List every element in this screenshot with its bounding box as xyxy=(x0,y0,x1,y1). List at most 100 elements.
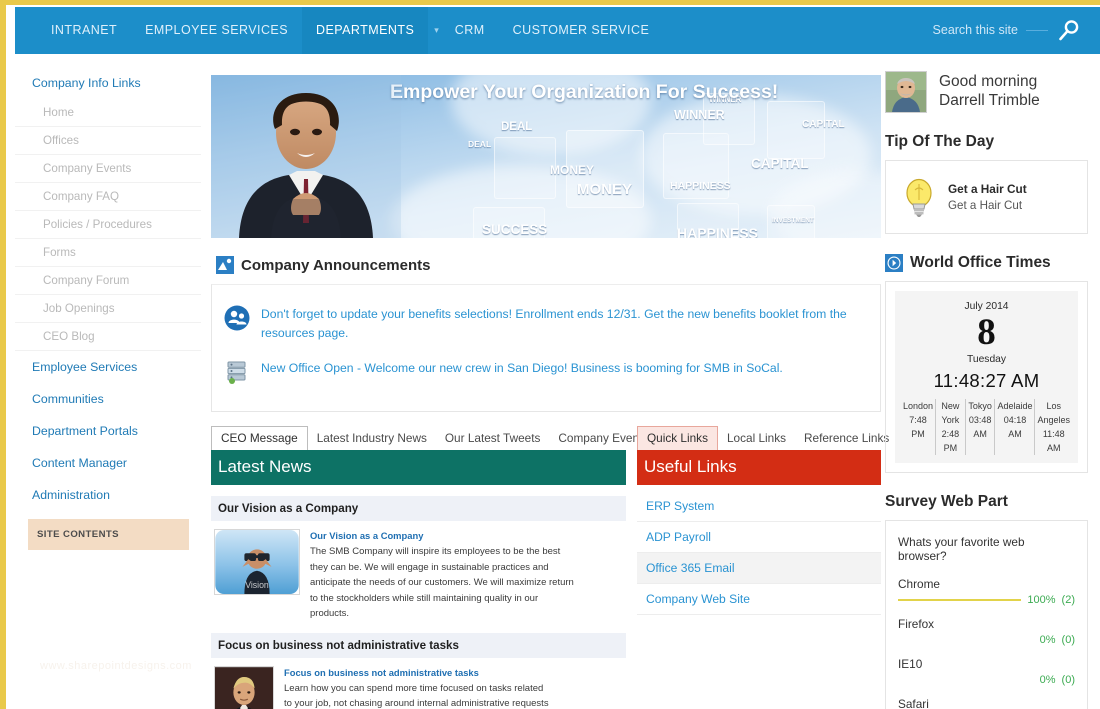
sidebar-item-ceo-blog[interactable]: CEO Blog xyxy=(15,323,201,351)
search-input[interactable]: Search this site xyxy=(933,23,1018,38)
clock-local-time: 11:48:27 AM xyxy=(933,370,1040,391)
clock-city-time: 04:18 xyxy=(1003,415,1027,425)
tab-local-links[interactable]: Local Links xyxy=(718,427,795,450)
tip-of-the-day-card: Get a Hair Cut Get a Hair Cut xyxy=(885,160,1088,234)
tab-reference-links[interactable]: Reference Links xyxy=(795,427,898,450)
clock-city-name: London xyxy=(903,401,934,411)
sidebar-item-company-events[interactable]: Company Events xyxy=(15,155,201,183)
news-tab-row: CEO Message Latest Industry News Our Lat… xyxy=(211,426,648,450)
tip-body: Get a Hair Cut Get a Hair Cut xyxy=(886,161,1087,233)
main-content: WINNER WINNER DEAL DEAL CAPITAL CAPITAL … xyxy=(211,75,889,709)
tab-quick-links[interactable]: Quick Links xyxy=(637,426,718,450)
survey-card: Whats your favorite web browser? Chrome … xyxy=(885,520,1088,709)
sidebar-item-communities[interactable]: Communities xyxy=(15,383,201,415)
survey-count: (2) xyxy=(1061,594,1075,606)
news-thumbnail-vision: Vision xyxy=(214,529,300,595)
survey-percent: 0% xyxy=(1039,634,1056,646)
tip-text: Get a Hair Cut Get a Hair Cut xyxy=(948,182,1027,212)
clock-city-time: 2:48 xyxy=(941,429,960,439)
chevron-down-icon[interactable]: ▾ xyxy=(428,7,441,54)
survey-count: (0) xyxy=(1061,674,1075,686)
survey-result-chrome: 100% (2) xyxy=(898,594,1075,617)
nav-item-employee-services[interactable]: EMPLOYEE SERVICES xyxy=(131,7,302,54)
tab-our-latest-tweets[interactable]: Our Latest Tweets xyxy=(436,427,550,450)
clock-city-meridiem: AM xyxy=(1008,429,1022,439)
clock-day-number: 8 xyxy=(977,312,996,353)
survey-percent: 0% xyxy=(1039,674,1056,686)
clock-chevron-icon xyxy=(885,254,903,272)
sidebar-item-administration[interactable]: Administration xyxy=(15,479,201,511)
sidebar-item-employee-services[interactable]: Employee Services xyxy=(15,351,201,383)
hero-word-capital-small: CAPITAL xyxy=(802,119,845,130)
site-search[interactable]: Search this site xyxy=(933,7,1082,54)
nav-item-customer-service[interactable]: CUSTOMER SERVICE xyxy=(499,7,664,54)
sidebar-item-offices[interactable]: Offices xyxy=(15,127,201,155)
top-navigation-bar: INTRANET EMPLOYEE SERVICES DEPARTMENTS ▾… xyxy=(15,7,1100,54)
clock-city-name: Tokyo xyxy=(968,401,992,411)
news-item-copy: Focus on business not administrative tas… xyxy=(284,666,552,709)
news-item: Our Vision as a Company Vision Our Visio… xyxy=(211,496,626,622)
lightbulb-icon xyxy=(906,178,932,217)
announcements-title: Company Announcements xyxy=(241,256,431,274)
announcement-item[interactable]: Don't forget to update your benefits sel… xyxy=(220,299,866,353)
news-item-link[interactable]: Focus on business not administrative tas… xyxy=(284,667,552,678)
world-clock-card: July 2014 8 Tuesday 11:48:27 AM London 7… xyxy=(885,281,1088,473)
news-item-header: Focus on business not administrative tas… xyxy=(211,632,626,658)
link-item-office-365-email[interactable]: Office 365 Email xyxy=(637,553,881,584)
tab-ceo-message[interactable]: CEO Message xyxy=(211,426,308,450)
nav-item-crm[interactable]: CRM xyxy=(441,7,499,54)
clock-city-name: New York xyxy=(941,401,960,425)
survey-title: Survey Web Part xyxy=(885,493,1008,510)
clock-city-row: London 7:48 PM New York 2:48 PM Tokyo 03… xyxy=(901,399,1072,455)
latest-news-bar: Latest News xyxy=(211,450,626,485)
news-item-header: Our Vision as a Company xyxy=(211,496,626,521)
search-icon[interactable] xyxy=(1056,18,1082,44)
left-sidebar: Company Info Links Home Offices Company … xyxy=(15,67,201,550)
hero-word-winner: WINNER xyxy=(674,108,725,122)
news-item-link[interactable]: Our Vision as a Company xyxy=(310,530,578,541)
link-item-erp-system[interactable]: ERP System xyxy=(637,491,881,522)
tab-latest-industry-news[interactable]: Latest Industry News xyxy=(308,427,436,450)
link-item-adp-payroll[interactable]: ADP Payroll xyxy=(637,522,881,553)
sidebar-item-home[interactable]: Home xyxy=(15,99,201,127)
nav-item-departments[interactable]: DEPARTMENTS xyxy=(302,7,429,54)
nav-items: INTRANET EMPLOYEE SERVICES DEPARTMENTS ▾… xyxy=(37,7,663,54)
link-item-company-web-site[interactable]: Company Web Site xyxy=(637,584,881,615)
news-item-description: The SMB Company will inspire its employe… xyxy=(310,546,574,619)
news-item-body: Focus on business not administrative tas… xyxy=(211,658,626,709)
news-webpart: CEO Message Latest Industry News Our Lat… xyxy=(211,426,648,709)
news-item-body: Vision Our Vision as a Company The SMB C… xyxy=(211,521,626,622)
hero-businesswoman-photo xyxy=(211,75,401,238)
sidebar-item-site-contents[interactable]: SITE CONTENTS xyxy=(28,519,189,550)
survey-option-ie10: IE10 xyxy=(898,657,923,671)
sidebar-item-forms[interactable]: Forms xyxy=(15,239,201,267)
site-watermark: www.sharepointdesigns.com xyxy=(40,660,192,672)
hero-word-happiness-small: HAPPINESS xyxy=(670,180,731,192)
clock-city-meridiem: AM xyxy=(973,429,987,439)
clock-city-tokyo: Tokyo 03:48 AM xyxy=(964,399,995,455)
clock-city-meridiem: PM xyxy=(943,443,958,453)
world-office-times-header: World Office Times xyxy=(885,234,1088,281)
sidebar-item-company-forum[interactable]: Company Forum xyxy=(15,267,201,295)
sidebar-item-policies-procedures[interactable]: Policies / Procedures xyxy=(15,211,201,239)
sidebar-item-content-manager[interactable]: Content Manager xyxy=(15,447,201,479)
sidebar-item-job-openings[interactable]: Job Openings xyxy=(15,295,201,323)
survey-option-safari: Safari xyxy=(898,697,929,709)
people-group-icon xyxy=(224,305,250,331)
announcement-text[interactable]: New Office Open - Welcome our new crew i… xyxy=(261,359,783,378)
sidebar-item-company-faq[interactable]: Company FAQ xyxy=(15,183,201,211)
clock-city-london: London 7:48 PM xyxy=(901,399,935,455)
announcement-text[interactable]: Don't forget to update your benefits sel… xyxy=(261,305,851,343)
survey-result-firefox: 0% (0) xyxy=(898,634,1075,657)
sidebar-item-company-info-links[interactable]: Company Info Links xyxy=(15,67,201,99)
greeting-line-2: Darrell Trimble xyxy=(939,92,1040,109)
clock-city-name: Los Angeles xyxy=(1037,401,1071,425)
clock-city-time: 03:48 xyxy=(968,415,992,425)
announcement-item[interactable]: New Office Open - Welcome our new crew i… xyxy=(220,353,866,395)
survey-option-chrome: Chrome xyxy=(898,577,940,591)
news-thumbnail-executive xyxy=(214,665,274,709)
tip-of-the-day-title: Tip Of The Day xyxy=(885,133,995,150)
nav-item-intranet[interactable]: INTRANET xyxy=(37,7,131,54)
avatar[interactable] xyxy=(885,71,927,113)
sidebar-item-department-portals[interactable]: Department Portals xyxy=(15,415,201,447)
